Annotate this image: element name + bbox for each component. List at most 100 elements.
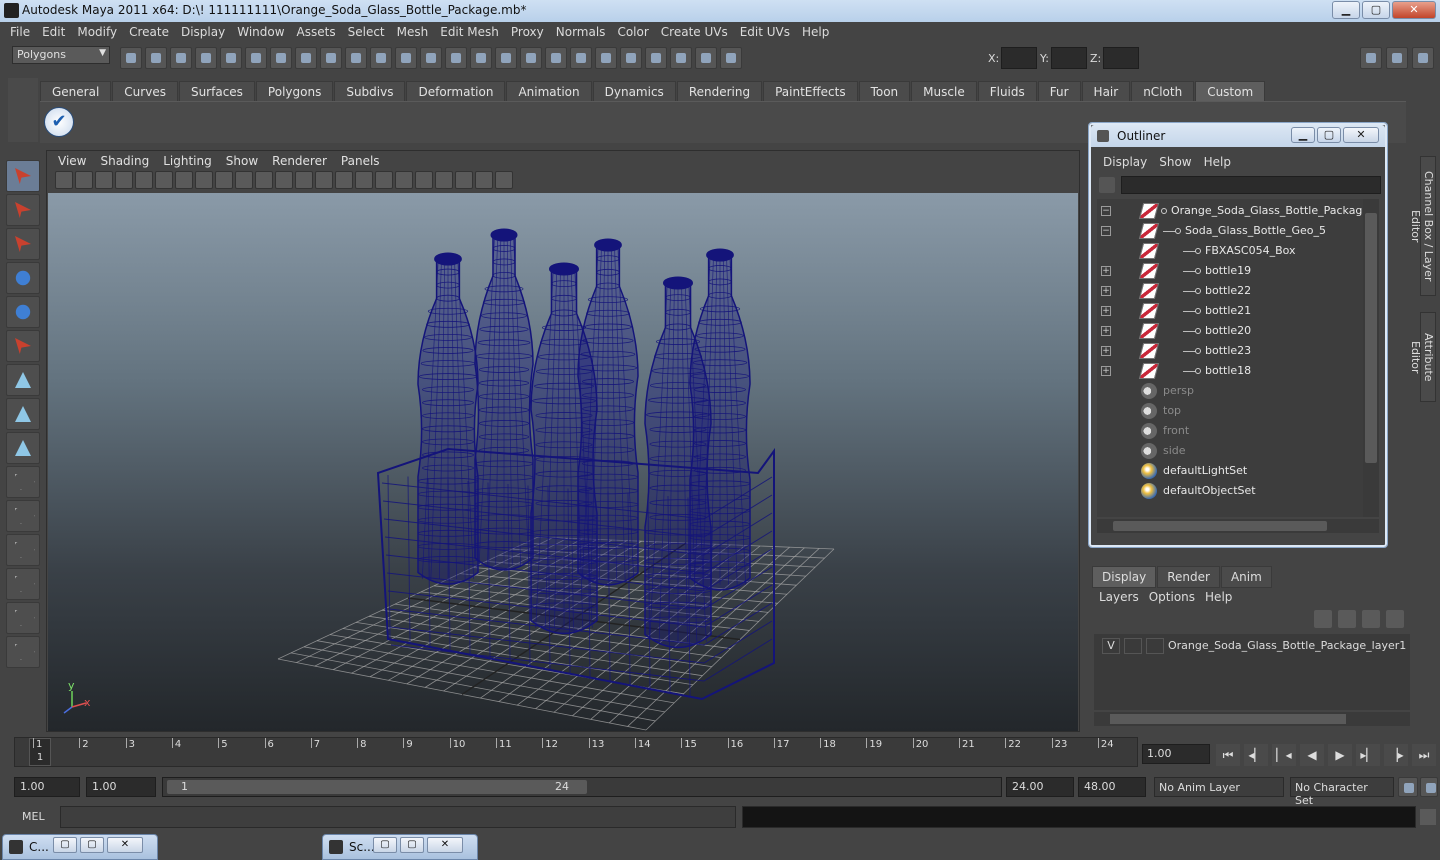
menu-set-dropdown[interactable]: Polygons ▼ — [12, 46, 110, 64]
layer-tab-render[interactable]: Render — [1157, 566, 1220, 588]
outliner-item[interactable]: + bottle22 — [1097, 281, 1363, 301]
anim-layer-dropdown[interactable]: No Anim Layer — [1154, 777, 1284, 797]
play-backwards-icon[interactable]: ◀ — [1300, 744, 1324, 766]
minimized-window-1[interactable]: C... ▢ ▢ ✕ — [2, 834, 158, 860]
step-back-key-icon[interactable]: ▏◂ — [1272, 744, 1296, 766]
auto-key-icon[interactable] — [1398, 777, 1418, 797]
select-tool-icon[interactable] — [6, 160, 40, 192]
layer-row[interactable]: V Orange_Soda_Glass_Bottle_Package_layer… — [1094, 636, 1410, 656]
select-camera-icon[interactable] — [55, 171, 73, 189]
two-d-pan-zoom-icon[interactable] — [135, 171, 153, 189]
rotate-tool-icon[interactable] — [6, 296, 40, 328]
shelf-tab-deformation[interactable]: Deformation — [406, 81, 506, 101]
snap-grid-icon[interactable] — [270, 47, 292, 69]
smooth-shade-icon[interactable] — [315, 171, 333, 189]
create-empty-layer-icon[interactable] — [1362, 610, 1380, 628]
hypershade-icon[interactable] — [570, 47, 592, 69]
shelf-tab-curves[interactable]: Curves — [112, 81, 178, 101]
viewport-menu-renderer[interactable]: Renderer — [265, 151, 334, 171]
isolate-select-icon[interactable] — [435, 171, 453, 189]
viewport-menu-panels[interactable]: Panels — [334, 151, 387, 171]
bookmark-icon[interactable] — [95, 171, 113, 189]
show-hide-attribute-editor-icon[interactable] — [1360, 47, 1382, 69]
outliner-title-bar[interactable]: Outliner ▁ ▢ ✕ — [1091, 125, 1385, 147]
viewport-menu-view[interactable]: View — [51, 151, 93, 171]
step-back-frame-icon[interactable]: ◂▏ — [1244, 744, 1268, 766]
image-plane-icon[interactable] — [115, 171, 133, 189]
create-layer-from-selected-icon[interactable] — [1386, 610, 1404, 628]
select-by-component-icon[interactable] — [245, 47, 267, 69]
lasso-tool-icon[interactable] — [6, 194, 40, 226]
select-by-hierarchy-icon[interactable] — [195, 47, 217, 69]
scroll-thumb[interactable] — [1365, 213, 1377, 463]
scroll-thumb[interactable] — [1113, 521, 1327, 531]
layer-menu-options[interactable]: Options — [1144, 588, 1200, 606]
viewport-menu-show[interactable]: Show — [219, 151, 265, 171]
menu-file[interactable]: File — [4, 22, 36, 42]
graph-editor-icon[interactable] — [645, 47, 667, 69]
render-icon[interactable] — [495, 47, 517, 69]
menu-help[interactable]: Help — [796, 22, 835, 42]
show-manipulator-icon[interactable] — [6, 432, 40, 464]
layer-tab-anim[interactable]: Anim — [1220, 566, 1272, 588]
go-to-end-icon[interactable]: ⏭ — [1412, 744, 1436, 766]
collapse-icon[interactable]: − — [1101, 226, 1111, 236]
input-line-icon[interactable] — [595, 47, 617, 69]
shelf-tab-polygons[interactable]: Polygons — [255, 81, 334, 101]
layer-visibility-toggle[interactable]: V — [1102, 638, 1120, 654]
play-forwards-icon[interactable]: ▶ — [1328, 744, 1352, 766]
history-icon[interactable] — [395, 47, 417, 69]
use-lights-icon[interactable] — [375, 171, 393, 189]
outliner-menu-display[interactable]: Display — [1097, 153, 1153, 171]
shelf-tab-custom[interactable]: Custom — [1195, 81, 1266, 101]
last-tool-used-icon[interactable] — [6, 466, 40, 498]
viewport-menu-shading[interactable]: Shading — [93, 151, 156, 171]
outliner-item[interactable]: FBXASC054_Box — [1097, 241, 1363, 261]
menu-edit-mesh[interactable]: Edit Mesh — [434, 22, 505, 42]
relative-transform-icon[interactable] — [720, 47, 742, 69]
outliner-horizontal-scrollbar[interactable] — [1097, 519, 1379, 533]
shelf-tab-fur[interactable]: Fur — [1037, 81, 1081, 101]
outliner-item[interactable]: defaultLightSet — [1097, 461, 1363, 481]
expand-icon[interactable]: + — [1101, 306, 1111, 316]
scroll-thumb[interactable] — [1110, 714, 1346, 724]
maximize-button[interactable]: ▢ — [400, 837, 424, 853]
layer-playback-toggle[interactable] — [1124, 638, 1142, 654]
maximize-button[interactable]: ▢ — [1362, 1, 1390, 19]
safe-action-icon[interactable] — [255, 171, 273, 189]
z-field[interactable] — [1103, 47, 1140, 69]
shelf-tab-hair[interactable]: Hair — [1081, 81, 1131, 101]
outliner-item[interactable]: + bottle23 — [1097, 341, 1363, 361]
x-field[interactable] — [1001, 47, 1038, 69]
shelf-tab-ncloth[interactable]: nCloth — [1131, 81, 1195, 101]
shelf-options[interactable] — [8, 78, 38, 142]
expand-icon[interactable]: + — [1101, 366, 1111, 376]
paint-select-tool-icon[interactable] — [6, 228, 40, 260]
menu-modify[interactable]: Modify — [71, 22, 123, 42]
range-handle[interactable] — [167, 780, 587, 794]
expand-icon[interactable]: + — [1101, 326, 1111, 336]
outliner-item[interactable]: + bottle19 — [1097, 261, 1363, 281]
film-gate-icon[interactable] — [175, 171, 193, 189]
render-view-icon[interactable] — [620, 47, 642, 69]
channel-box-layer-editor-tab[interactable]: Channel Box / Layer Editor — [1409, 156, 1436, 296]
step-forward-key-icon[interactable]: ▸▏ — [1356, 744, 1380, 766]
outliner-menu-show[interactable]: Show — [1153, 153, 1197, 171]
expand-icon[interactable]: + — [1101, 286, 1111, 296]
menu-window[interactable]: Window — [231, 22, 290, 42]
close-button[interactable]: ✕ — [427, 837, 463, 853]
ipr-render-icon[interactable] — [520, 47, 542, 69]
viewport-menu-lighting[interactable]: Lighting — [156, 151, 219, 171]
restore-button[interactable]: ▢ — [373, 837, 397, 853]
shelf-tab-painteffects[interactable]: PaintEffects — [763, 81, 858, 101]
shelf-tab-subdivs[interactable]: Subdivs — [334, 81, 406, 101]
menu-assets[interactable]: Assets — [291, 22, 342, 42]
shelf-tab-animation[interactable]: Animation — [506, 81, 592, 101]
safe-title-icon[interactable] — [275, 171, 293, 189]
move-layer-up-icon[interactable] — [1314, 610, 1332, 628]
menu-proxy[interactable]: Proxy — [505, 22, 550, 42]
layer-horizontal-scrollbar[interactable] — [1094, 712, 1410, 726]
menu-display[interactable]: Display — [175, 22, 231, 42]
menu-edit-uvs[interactable]: Edit UVs — [734, 22, 796, 42]
menu-mesh[interactable]: Mesh — [391, 22, 435, 42]
